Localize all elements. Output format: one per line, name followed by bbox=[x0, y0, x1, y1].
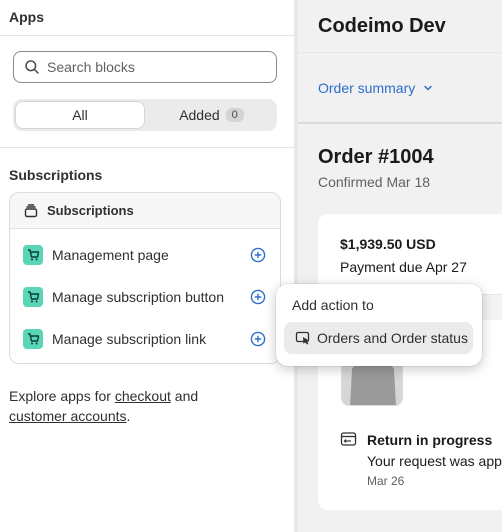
divider bbox=[298, 52, 502, 53]
explore-suffix: . bbox=[126, 408, 131, 424]
customer-accounts-link[interactable]: customer accounts bbox=[9, 408, 127, 424]
block-app-icon bbox=[23, 287, 43, 307]
return-date: Mar 26 bbox=[367, 474, 405, 488]
subscriptions-app-icon bbox=[24, 203, 38, 217]
section-heading: Subscriptions bbox=[9, 167, 103, 183]
added-count-badge: 0 bbox=[225, 108, 244, 122]
search-icon bbox=[25, 60, 39, 74]
order-summary-toggle[interactable]: Order summary bbox=[318, 80, 433, 96]
order-summary-label: Order summary bbox=[318, 80, 416, 96]
add-circle-icon[interactable] bbox=[250, 247, 266, 263]
store-name: Codeimo Dev bbox=[318, 15, 446, 37]
divider bbox=[298, 122, 502, 124]
order-number: Order #1004 bbox=[318, 146, 434, 168]
orders-and-order-status-option[interactable]: Orders and Order status bbox=[284, 322, 473, 354]
add-action-popover: Add action to Orders and Order status bbox=[276, 284, 482, 366]
app-card-subscriptions: Subscriptions Management page Manage sub… bbox=[9, 192, 281, 364]
order-status-preview: Codeimo Dev Order summary Order #1004 Co… bbox=[298, 0, 502, 532]
block-label: Manage subscription link bbox=[52, 331, 207, 347]
orders-page-icon bbox=[295, 331, 310, 345]
blocks-sidebar: Apps Search blocks All Added 0 Subscripti… bbox=[0, 0, 294, 532]
app-card-title: Subscriptions bbox=[47, 203, 134, 218]
option-label: Orders and Order status bbox=[317, 330, 468, 346]
payment-due: Payment due Apr 27 bbox=[340, 259, 467, 275]
block-app-icon bbox=[23, 329, 43, 349]
explore-prefix: Explore apps for bbox=[9, 388, 115, 404]
block-item[interactable]: Manage subscription link bbox=[10, 318, 280, 360]
explore-apps-text: Explore apps for checkout and customer ac… bbox=[9, 386, 279, 426]
add-circle-icon[interactable] bbox=[250, 331, 266, 347]
add-circle-icon[interactable] bbox=[250, 289, 266, 305]
order-amount: $1,939.50 USD bbox=[340, 236, 436, 252]
filter-segmented-control: All Added 0 bbox=[13, 99, 277, 131]
block-label: Management page bbox=[52, 247, 169, 263]
block-item[interactable]: Manage subscription button bbox=[10, 276, 280, 318]
return-status-title: Return in progress bbox=[367, 432, 493, 448]
app-card-header: Subscriptions bbox=[10, 193, 280, 229]
return-icon bbox=[340, 432, 357, 446]
search-input[interactable]: Search blocks bbox=[13, 51, 277, 83]
filter-all-tab[interactable]: All bbox=[16, 102, 144, 128]
chevron-down-icon bbox=[424, 85, 432, 91]
explore-middle: and bbox=[170, 388, 199, 404]
search-placeholder: Search blocks bbox=[47, 59, 135, 75]
filter-added-tab[interactable]: Added 0 bbox=[149, 102, 274, 128]
popover-title: Add action to bbox=[292, 297, 374, 313]
block-label: Manage subscription button bbox=[52, 289, 224, 305]
divider bbox=[0, 147, 294, 148]
checkout-link[interactable]: checkout bbox=[115, 388, 171, 404]
order-confirmed-date: Confirmed Mar 18 bbox=[318, 174, 431, 190]
block-app-icon bbox=[23, 245, 43, 265]
return-status-description: Your request was approved bbox=[367, 453, 502, 469]
block-item[interactable]: Management page bbox=[10, 234, 280, 276]
filter-added-label: Added bbox=[179, 107, 220, 123]
filter-all-label: All bbox=[72, 107, 88, 123]
sidebar-title: Apps bbox=[9, 9, 44, 25]
divider bbox=[0, 35, 294, 36]
